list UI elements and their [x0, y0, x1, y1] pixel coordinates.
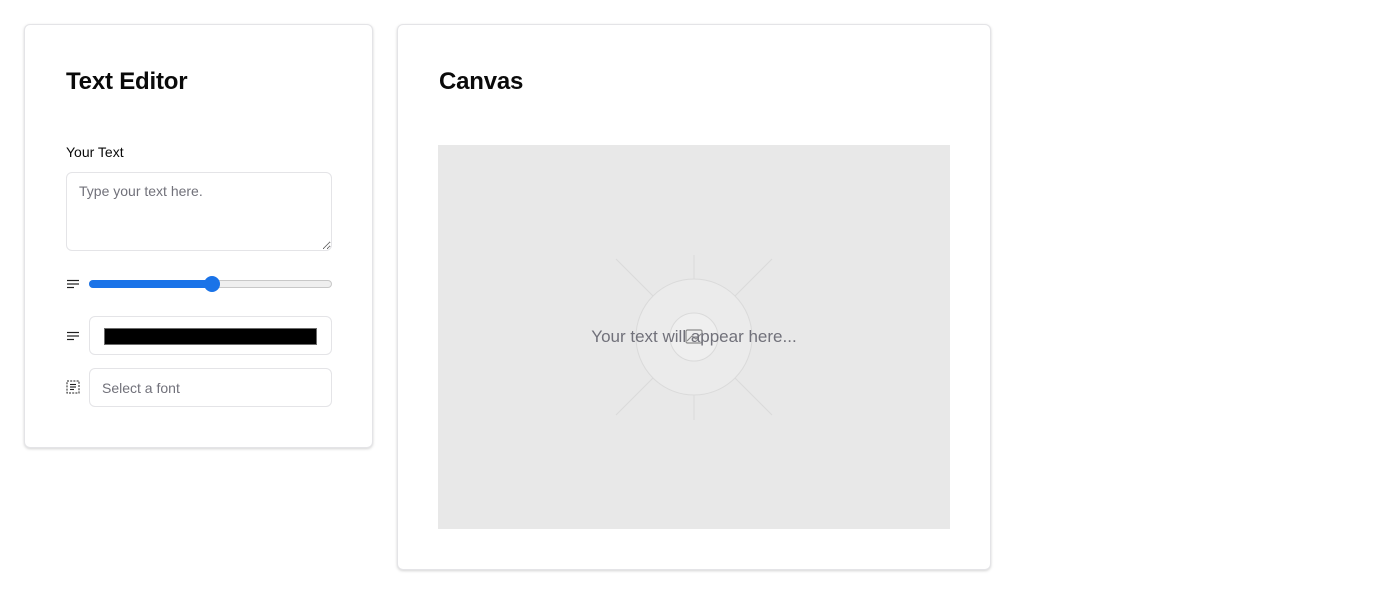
- text-editor-panel: Text Editor Your Text: [24, 24, 373, 448]
- your-text-label: Your Text: [66, 144, 124, 160]
- text-size-slider[interactable]: [89, 276, 332, 292]
- align-left-icon: [67, 279, 79, 289]
- canvas-area[interactable]: Your text will appear here...: [438, 145, 950, 529]
- slider-fill: [89, 280, 211, 288]
- color-swatch: [104, 328, 317, 345]
- text-input[interactable]: [66, 172, 332, 251]
- text-frame-icon: [66, 380, 80, 394]
- canvas-placeholder-text: Your text will appear here...: [591, 327, 797, 346]
- canvas-panel: Canvas Your text will appear here...: [397, 24, 991, 570]
- align-left-icon: [67, 331, 79, 341]
- font-select-input[interactable]: [89, 368, 332, 407]
- text-color-picker[interactable]: [89, 316, 332, 355]
- canvas-title: Canvas: [439, 68, 524, 95]
- text-editor-title: Text Editor: [66, 68, 188, 95]
- slider-thumb[interactable]: [203, 276, 220, 292]
